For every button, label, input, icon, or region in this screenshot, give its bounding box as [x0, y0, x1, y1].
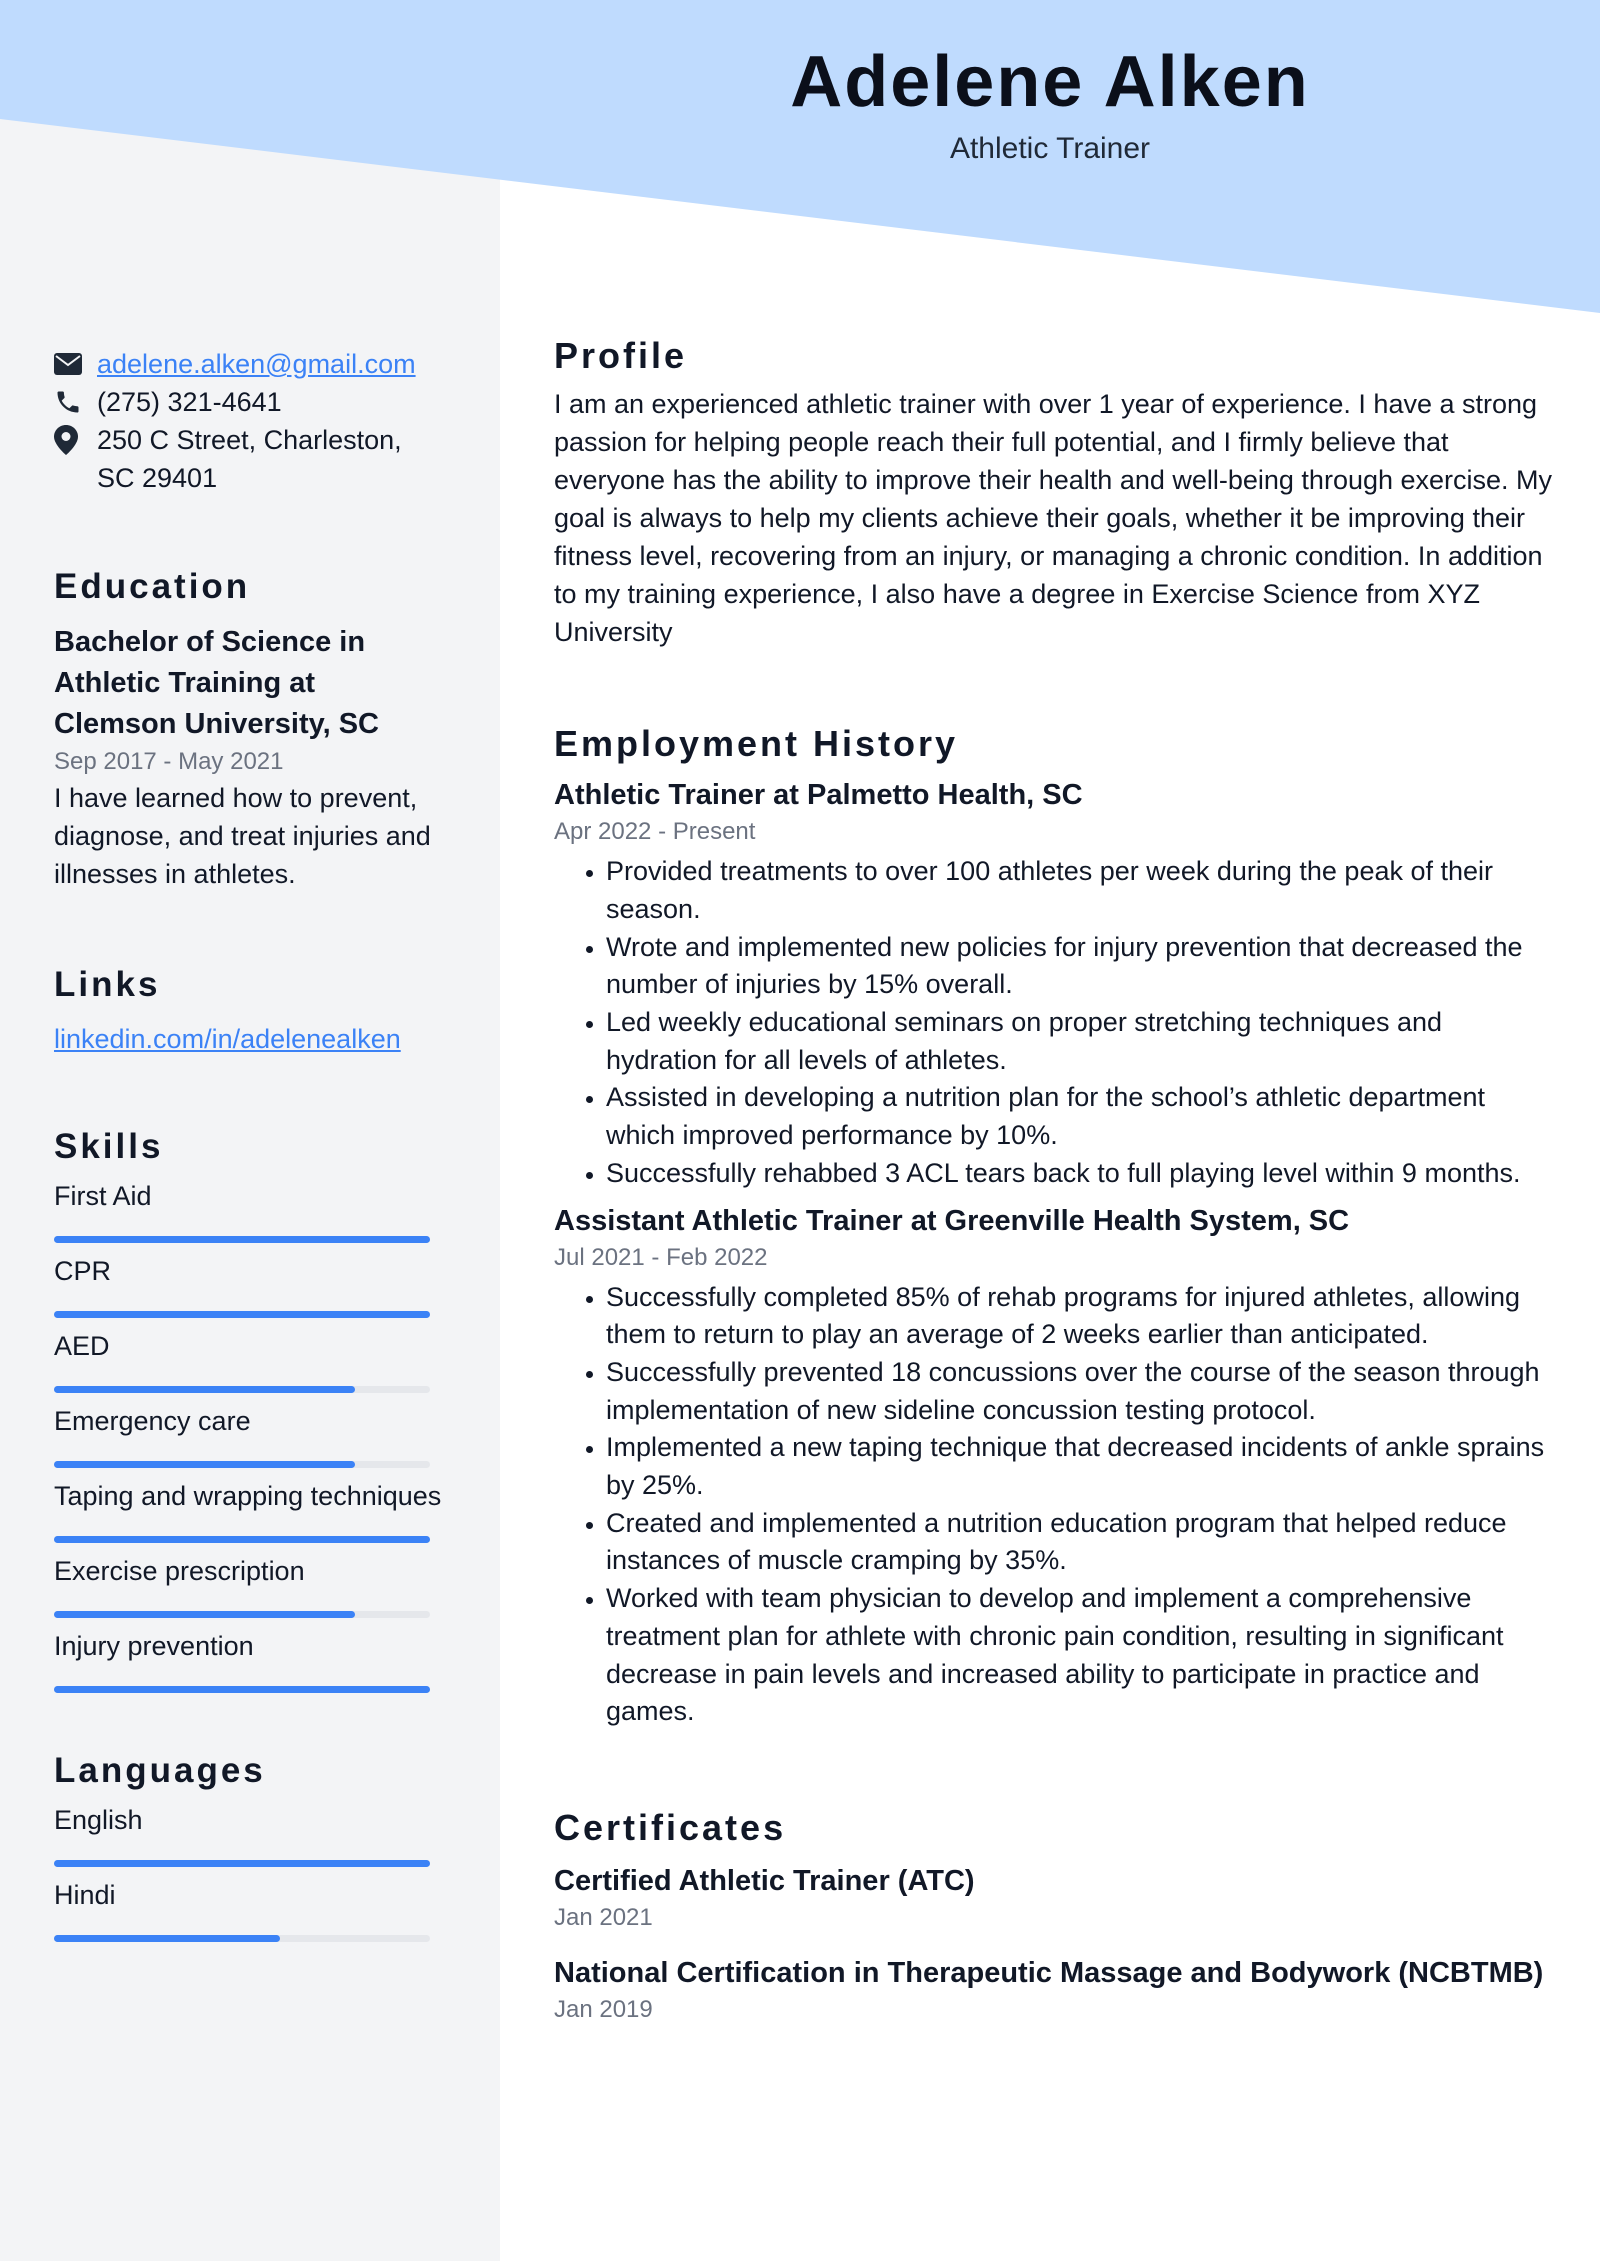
- skill-bar: [54, 1611, 430, 1618]
- job-bullet: Created and implemented a nutrition educ…: [606, 1505, 1554, 1580]
- links-section: Links linkedin.com/in/adelenealken: [54, 964, 444, 1058]
- skill-bar: [54, 1386, 430, 1393]
- contact-phone-row: (275) 321-4641: [54, 383, 444, 421]
- skill-item: AED: [54, 1328, 444, 1393]
- languages-heading: Languages: [54, 1751, 266, 1790]
- address: 250 C Street, Charleston, SC 29401: [97, 425, 402, 493]
- job-bullets: Successfully completed 85% of rehab prog…: [554, 1279, 1554, 1731]
- linkedin-link[interactable]: linkedin.com/in/adelenealken: [54, 1020, 401, 1058]
- education-degree: Bachelor of Science in Athletic Training…: [54, 626, 380, 740]
- phone-icon: [54, 383, 97, 421]
- job-role: Athletic Trainer: [949, 132, 1151, 165]
- certificates-section: Certificates Certified Athletic Trainer …: [554, 1806, 1554, 2027]
- job-bullet: Worked with team physician to develop an…: [606, 1580, 1554, 1731]
- location-pin-icon: [54, 421, 97, 459]
- language-bar-fill: [54, 1860, 430, 1867]
- certificate-date: Jan 2019: [554, 1996, 653, 2024]
- skill-bar: [54, 1236, 430, 1243]
- job-bullet: Assisted in developing a nutrition plan …: [606, 1079, 1554, 1154]
- contact-section: adelene.alken@gmail.com (275) 321-4641 2…: [54, 345, 444, 497]
- skill-bar-fill: [54, 1686, 430, 1693]
- education-section: Education Bachelor of Science in Athleti…: [54, 566, 444, 893]
- certificate-item: National Certification in Therapeutic Ma…: [554, 1953, 1554, 2027]
- skill-bar-fill: [54, 1461, 355, 1468]
- job-dates: Jul 2021 - Feb 2022: [554, 1243, 768, 1271]
- certificate-item: Certified Athletic Trainer (ATC) Jan 202…: [554, 1861, 1554, 1935]
- job-bullet: Led weekly educational seminars on prope…: [606, 1004, 1554, 1079]
- skill-bar: [54, 1536, 430, 1543]
- certificate-title: National Certification in Therapeutic Ma…: [554, 1957, 1544, 1990]
- skill-bar: [54, 1686, 430, 1693]
- job-title: Assistant Athletic Trainer at Greenville…: [554, 1204, 1350, 1237]
- certificate-date: Jan 2021: [554, 1904, 653, 1932]
- skill-label: Exercise prescription: [54, 1556, 305, 1586]
- job-bullet: Successfully completed 85% of rehab prog…: [606, 1279, 1554, 1354]
- contact-address-row: 250 C Street, Charleston, SC 29401: [54, 421, 444, 497]
- job-title: Athletic Trainer at Palmetto Health, SC: [554, 779, 1083, 812]
- job-entry: Assistant Athletic Trainer at Greenville…: [554, 1201, 1554, 1731]
- skill-item: Emergency care: [54, 1403, 444, 1468]
- job-bullets: Provided treatments to over 100 athletes…: [554, 853, 1554, 1192]
- profile-text: I am an experienced athletic trainer wit…: [554, 389, 1553, 648]
- employment-section: Employment History Athletic Trainer at P…: [554, 722, 1554, 1731]
- skill-label: Emergency care: [54, 1406, 251, 1436]
- candidate-name: Adelene Alken: [790, 42, 1310, 122]
- skill-bar: [54, 1461, 430, 1468]
- language-item: English: [54, 1802, 444, 1867]
- skill-label: Taping and wrapping techniques: [54, 1481, 442, 1511]
- job-bullet: Successfully prevented 18 concussions ov…: [606, 1354, 1554, 1429]
- skill-label: Injury prevention: [54, 1631, 254, 1661]
- skill-bar-fill: [54, 1236, 430, 1243]
- skill-item: Exercise prescription: [54, 1553, 444, 1618]
- education-heading: Education: [54, 567, 251, 606]
- language-label: English: [54, 1805, 143, 1835]
- certificates-heading: Certificates: [554, 1807, 787, 1848]
- skill-item: Injury prevention: [54, 1628, 444, 1693]
- links-heading: Links: [54, 965, 161, 1004]
- language-bar: [54, 1860, 430, 1867]
- skill-bar-fill: [54, 1386, 355, 1393]
- skill-item: Taping and wrapping techniques: [54, 1478, 444, 1543]
- skill-bar-fill: [54, 1611, 355, 1618]
- skill-item: First Aid: [54, 1178, 444, 1243]
- skills-heading: Skills: [54, 1127, 164, 1166]
- skills-section: Skills First Aid CPR AED Emergency care …: [54, 1126, 444, 1693]
- profile-section: Profile I am an experienced athletic tra…: [554, 334, 1554, 651]
- language-bar: [54, 1935, 430, 1942]
- profile-heading: Profile: [554, 335, 688, 376]
- skill-label: CPR: [54, 1256, 112, 1286]
- job-bullet: Wrote and implemented new policies for i…: [606, 929, 1554, 1004]
- skills-list: First Aid CPR AED Emergency care Taping …: [54, 1178, 444, 1693]
- education-dates: Sep 2017 - May 2021: [54, 748, 284, 775]
- job-entry: Athletic Trainer at Palmetto Health, SC …: [554, 775, 1554, 1192]
- language-item: Hindi: [54, 1877, 444, 1942]
- job-bullet: Implemented a new taping technique that …: [606, 1429, 1554, 1504]
- skill-label: First Aid: [54, 1181, 152, 1211]
- contact-email-row: adelene.alken@gmail.com: [54, 345, 444, 383]
- skill-label: AED: [54, 1331, 110, 1361]
- skill-bar-fill: [54, 1311, 430, 1318]
- email-link[interactable]: adelene.alken@gmail.com: [97, 345, 416, 383]
- education-description: I have learned how to prevent, diagnose,…: [54, 783, 431, 889]
- skill-bar-fill: [54, 1536, 430, 1543]
- skill-bar: [54, 1311, 430, 1318]
- phone-number: (275) 321-4641: [97, 387, 282, 417]
- certificate-title: Certified Athletic Trainer (ATC): [554, 1865, 975, 1898]
- job-bullet: Provided treatments to over 100 athletes…: [606, 853, 1554, 928]
- skill-item: CPR: [54, 1253, 444, 1318]
- envelope-icon: [54, 345, 97, 383]
- language-label: Hindi: [54, 1880, 116, 1910]
- employment-heading: Employment History: [554, 723, 959, 764]
- job-bullet: Successfully rehabbed 3 ACL tears back t…: [606, 1155, 1554, 1193]
- language-bar-fill: [54, 1935, 280, 1942]
- job-dates: Apr 2022 - Present: [554, 818, 756, 846]
- languages-section: Languages English Hindi: [54, 1750, 444, 1942]
